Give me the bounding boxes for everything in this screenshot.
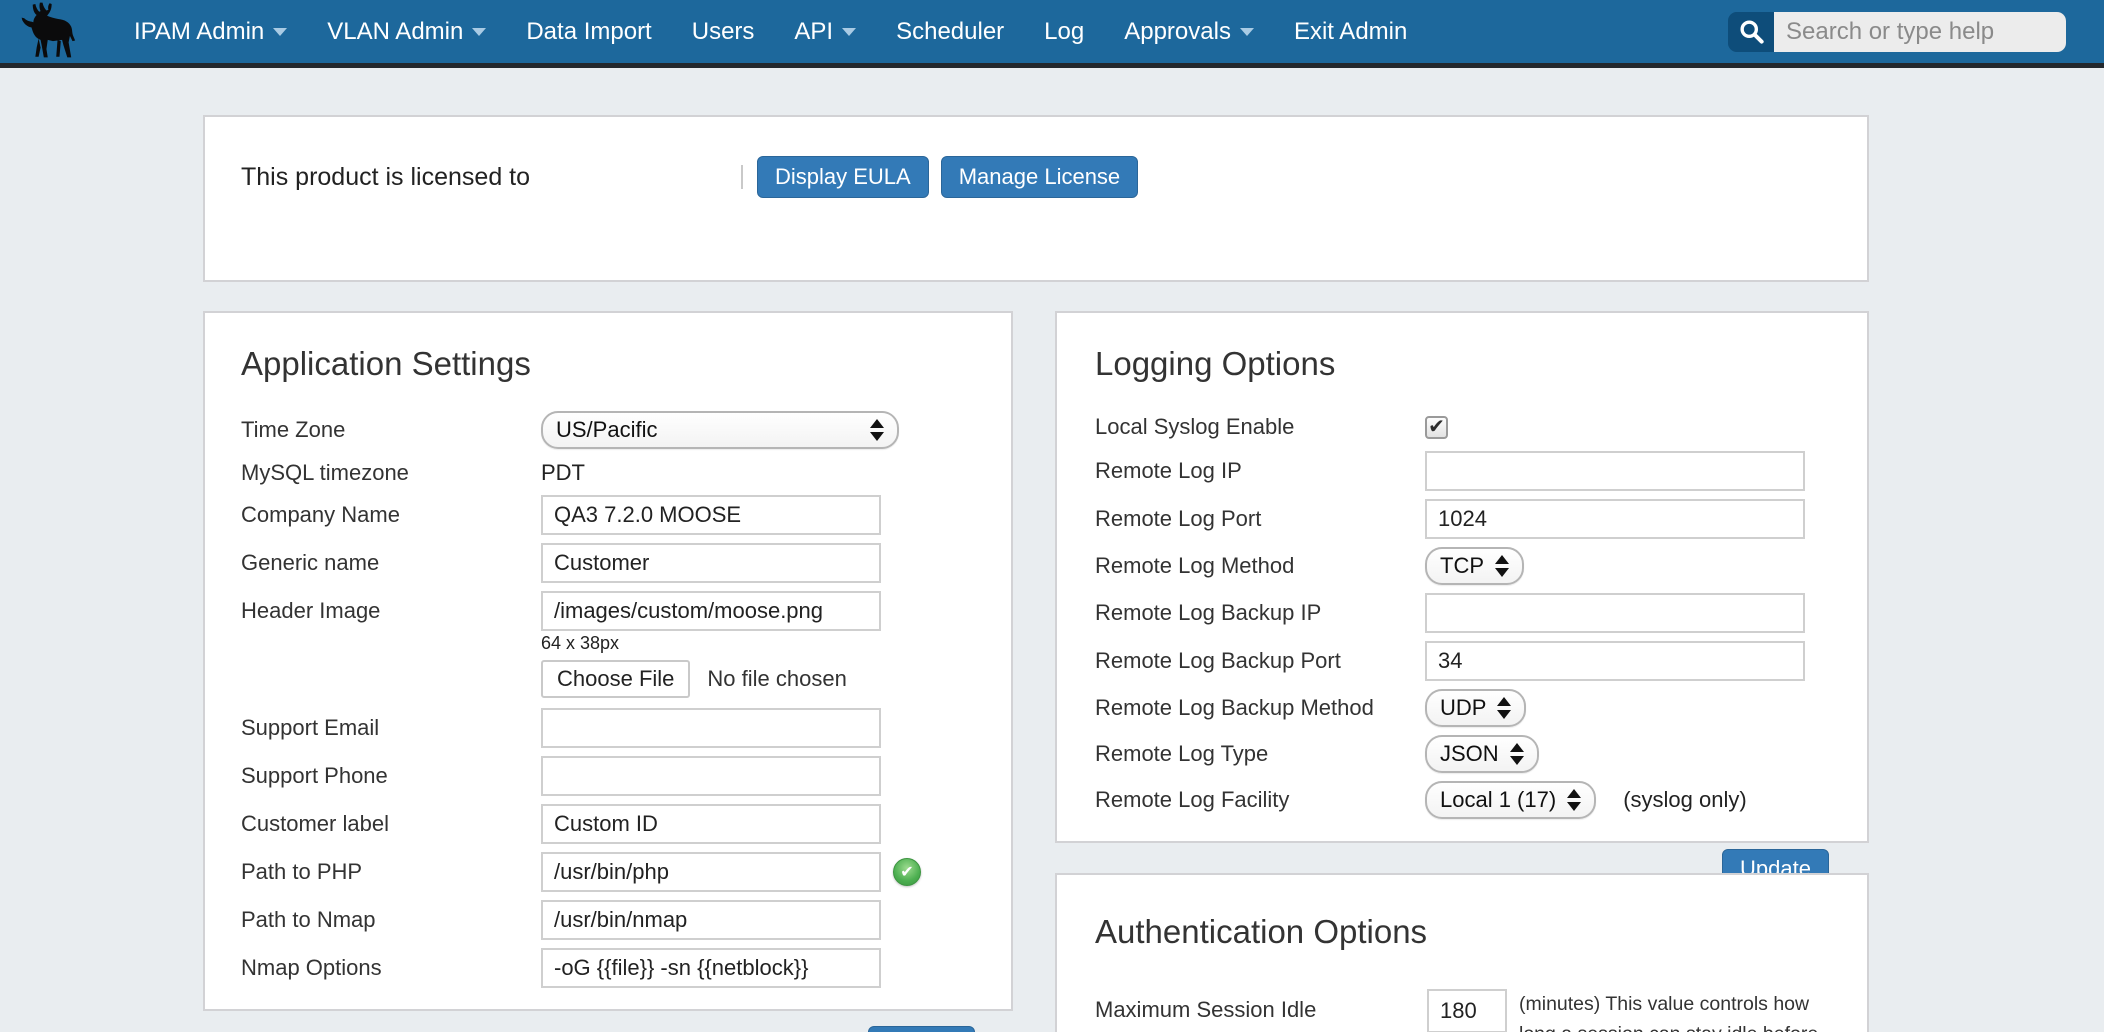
select-arrows-icon — [1510, 743, 1524, 765]
search-icon[interactable] — [1728, 12, 1774, 52]
local-syslog-enable-label: Local Syslog Enable — [1095, 414, 1425, 440]
search-box — [1728, 12, 2066, 52]
nav-item-exit-admin[interactable]: Exit Admin — [1274, 0, 1427, 63]
nav-item-label: Users — [692, 18, 755, 46]
authentication-options-panel: Authentication Options Maximum Session I… — [1055, 873, 1869, 1032]
nav-item-ipam-admin[interactable]: IPAM Admin — [114, 0, 307, 63]
remote-log-facility-label: Remote Log Facility — [1095, 787, 1425, 813]
nav-item-label: API — [794, 18, 833, 46]
support-email-input[interactable] — [541, 708, 881, 748]
remote-log-backup-ip-label: Remote Log Backup IP — [1095, 600, 1425, 626]
remote-log-backup-method-value: UDP — [1440, 695, 1486, 721]
nav-item-vlan-admin[interactable]: VLAN Admin — [307, 0, 506, 63]
nav-item-approvals[interactable]: Approvals — [1104, 0, 1274, 63]
manage-license-button[interactable]: Manage License — [941, 156, 1138, 198]
customer-label-label: Customer label — [241, 811, 541, 837]
valid-check-icon: ✔ — [893, 858, 921, 886]
remote-log-backup-port-label: Remote Log Backup Port — [1095, 648, 1425, 674]
path-to-php-label: Path to PHP — [241, 859, 541, 885]
header-image-input[interactable] — [541, 591, 881, 631]
header-image-size-note: 64 x 38px — [541, 633, 975, 654]
nav-item-label: Data Import — [526, 18, 651, 46]
generic-name-label: Generic name — [241, 550, 541, 576]
top-navbar: IPAM Admin VLAN Admin Data Import Users … — [0, 0, 2104, 68]
local-syslog-checkbox[interactable] — [1425, 416, 1448, 439]
choose-file-button[interactable]: Choose File — [541, 660, 690, 698]
chevron-down-icon — [842, 28, 856, 36]
remote-log-ip-input[interactable] — [1425, 451, 1805, 491]
display-eula-button[interactable]: Display EULA — [757, 156, 929, 198]
remote-log-backup-method-label: Remote Log Backup Method — [1095, 695, 1425, 721]
license-panel: This product is licensed to Display EULA… — [203, 115, 1869, 282]
mysql-timezone-value: PDT — [541, 460, 585, 486]
time-zone-select[interactable]: US/Pacific — [541, 411, 899, 449]
remote-log-port-label: Remote Log Port — [1095, 506, 1425, 532]
nav-item-label: IPAM Admin — [134, 18, 264, 46]
divider — [741, 165, 743, 189]
remote-log-type-value: JSON — [1440, 741, 1499, 767]
nav-item-label: Scheduler — [896, 18, 1004, 46]
nav-item-label: Approvals — [1124, 18, 1231, 46]
logging-options-panel: Logging Options Local Syslog Enable Remo… — [1055, 311, 1869, 843]
nav-item-label: Exit Admin — [1294, 18, 1407, 46]
panel-title: Authentication Options — [1095, 913, 1829, 951]
path-to-nmap-input[interactable] — [541, 900, 881, 940]
remote-log-method-select[interactable]: TCP — [1425, 547, 1524, 585]
chevron-down-icon — [273, 28, 287, 36]
support-email-label: Support Email — [241, 715, 541, 741]
select-arrows-icon — [870, 419, 884, 441]
nav-item-scheduler[interactable]: Scheduler — [876, 0, 1024, 63]
remote-log-port-input[interactable] — [1425, 499, 1805, 539]
path-to-php-input[interactable] — [541, 852, 881, 892]
nav-item-users[interactable]: Users — [672, 0, 775, 63]
select-arrows-icon — [1497, 697, 1511, 719]
remote-log-backup-method-select[interactable]: UDP — [1425, 689, 1526, 727]
moose-logo-icon — [14, 2, 88, 62]
customer-label-input[interactable] — [541, 804, 881, 844]
chevron-down-icon — [472, 28, 486, 36]
support-phone-label: Support Phone — [241, 763, 541, 789]
nav-item-label: VLAN Admin — [327, 18, 463, 46]
max-session-idle-input[interactable] — [1427, 989, 1507, 1032]
nav-item-label: Log — [1044, 18, 1084, 46]
file-chosen-status: No file chosen — [707, 666, 846, 692]
remote-log-ip-label: Remote Log IP — [1095, 458, 1425, 484]
chevron-down-icon — [1240, 28, 1254, 36]
remote-log-type-select[interactable]: JSON — [1425, 735, 1539, 773]
remote-log-method-value: TCP — [1440, 553, 1484, 579]
time-zone-value: US/Pacific — [556, 417, 657, 443]
remote-log-method-label: Remote Log Method — [1095, 553, 1425, 579]
syslog-only-note: (syslog only) — [1623, 787, 1746, 813]
time-zone-label: Time Zone — [241, 417, 541, 443]
company-name-label: Company Name — [241, 502, 541, 528]
search-input[interactable] — [1774, 12, 2066, 52]
remote-log-backup-port-input[interactable] — [1425, 641, 1805, 681]
max-session-idle-label: Maximum Session Idle — [1095, 989, 1427, 1023]
nav-item-api[interactable]: API — [774, 0, 876, 63]
select-arrows-icon — [1495, 555, 1509, 577]
mysql-timezone-label: MySQL timezone — [241, 460, 541, 486]
nmap-options-input[interactable] — [541, 948, 881, 988]
app-settings-update-button[interactable]: Update — [868, 1026, 975, 1032]
application-settings-panel: Application Settings Time Zone US/Pacifi… — [203, 311, 1013, 1011]
remote-log-facility-value: Local 1 (17) — [1440, 787, 1556, 813]
nav-item-log[interactable]: Log — [1024, 0, 1104, 63]
generic-name-input[interactable] — [541, 543, 881, 583]
company-name-input[interactable] — [541, 495, 881, 535]
nav-menu: IPAM Admin VLAN Admin Data Import Users … — [114, 0, 1427, 63]
license-text: This product is licensed to — [241, 163, 741, 192]
panel-title: Application Settings — [241, 345, 975, 383]
nav-item-data-import[interactable]: Data Import — [506, 0, 671, 63]
header-image-label: Header Image — [241, 598, 541, 624]
remote-log-type-label: Remote Log Type — [1095, 741, 1425, 767]
select-arrows-icon — [1567, 789, 1581, 811]
remote-log-backup-ip-input[interactable] — [1425, 593, 1805, 633]
path-to-nmap-label: Path to Nmap — [241, 907, 541, 933]
support-phone-input[interactable] — [541, 756, 881, 796]
nmap-options-label: Nmap Options — [241, 955, 541, 981]
panel-title: Logging Options — [1095, 345, 1829, 383]
remote-log-facility-select[interactable]: Local 1 (17) — [1425, 781, 1596, 819]
